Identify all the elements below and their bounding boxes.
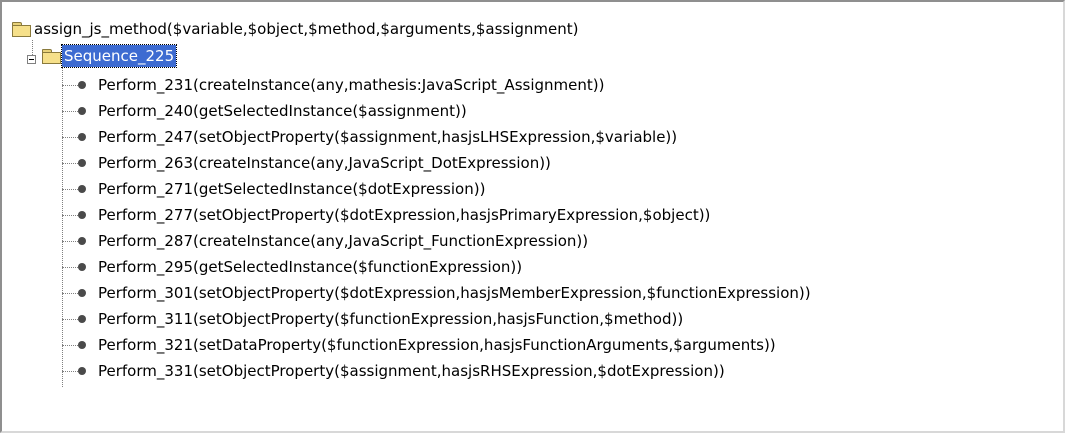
tree-connector: [62, 345, 78, 346]
step-label: Perform_331(setObjectProperty($assignmen…: [98, 362, 725, 380]
tree-connector: [62, 293, 78, 294]
tree-connector: [62, 163, 78, 164]
tree-connector: [62, 137, 78, 138]
tree-connector: [62, 111, 78, 112]
step-bullet-icon: [78, 367, 86, 375]
collapse-icon[interactable]: [27, 55, 36, 64]
step-label: Perform_263(createInstance(any,JavaScrip…: [98, 154, 551, 172]
tree-connector: [62, 189, 78, 190]
step-label: Perform_287(createInstance(any,JavaScrip…: [98, 232, 589, 250]
step-bullet-icon: [78, 81, 86, 89]
step-label: Perform_295(getSelectedInstance($functio…: [98, 258, 523, 276]
step-bullet-icon: [78, 107, 86, 115]
step-label: Perform_231(createInstance(any,mathesis:…: [98, 76, 605, 94]
step-label: Perform_240(getSelectedInstance($assignm…: [98, 102, 467, 120]
tree-connector: [62, 66, 63, 387]
folder-icon: [12, 22, 31, 37]
tree-connector: [62, 241, 78, 242]
step-label: Perform_247(setObjectProperty($assignmen…: [98, 128, 678, 146]
step-bullet-icon: [78, 185, 86, 193]
step-bullet-icon: [78, 133, 86, 141]
method-tree-view[interactable]: assign_js_method($variable,$object,$meth…: [0, 0, 1065, 433]
step-bullet-icon: [78, 211, 86, 219]
tree-connector: [62, 371, 78, 372]
step-label: Perform_321(setDataProperty($functionExp…: [98, 336, 776, 354]
step-bullet-icon: [78, 341, 86, 349]
sequence-label: Sequence_225: [60, 44, 178, 68]
step-bullet-icon: [78, 237, 86, 245]
tree-connector: [62, 215, 78, 216]
tree-connector: [62, 319, 78, 320]
step-bullet-icon: [78, 289, 86, 297]
step-label: Perform_277(setObjectProperty($dotExpres…: [98, 206, 711, 224]
step-bullet-icon: [78, 159, 86, 167]
step-label: Perform_301(setObjectProperty($dotExpres…: [98, 284, 811, 302]
folder-open-icon: [42, 49, 61, 64]
step-bullet-icon: [78, 263, 86, 271]
tree-connector: [62, 267, 78, 268]
step-bullet-icon: [78, 315, 86, 323]
step-label: Perform_311(setObjectProperty($functionE…: [98, 310, 684, 328]
step-label: Perform_271(getSelectedInstance($dotExpr…: [98, 180, 486, 198]
tree-connector: [62, 85, 78, 86]
root-label: assign_js_method($variable,$object,$meth…: [34, 20, 579, 38]
